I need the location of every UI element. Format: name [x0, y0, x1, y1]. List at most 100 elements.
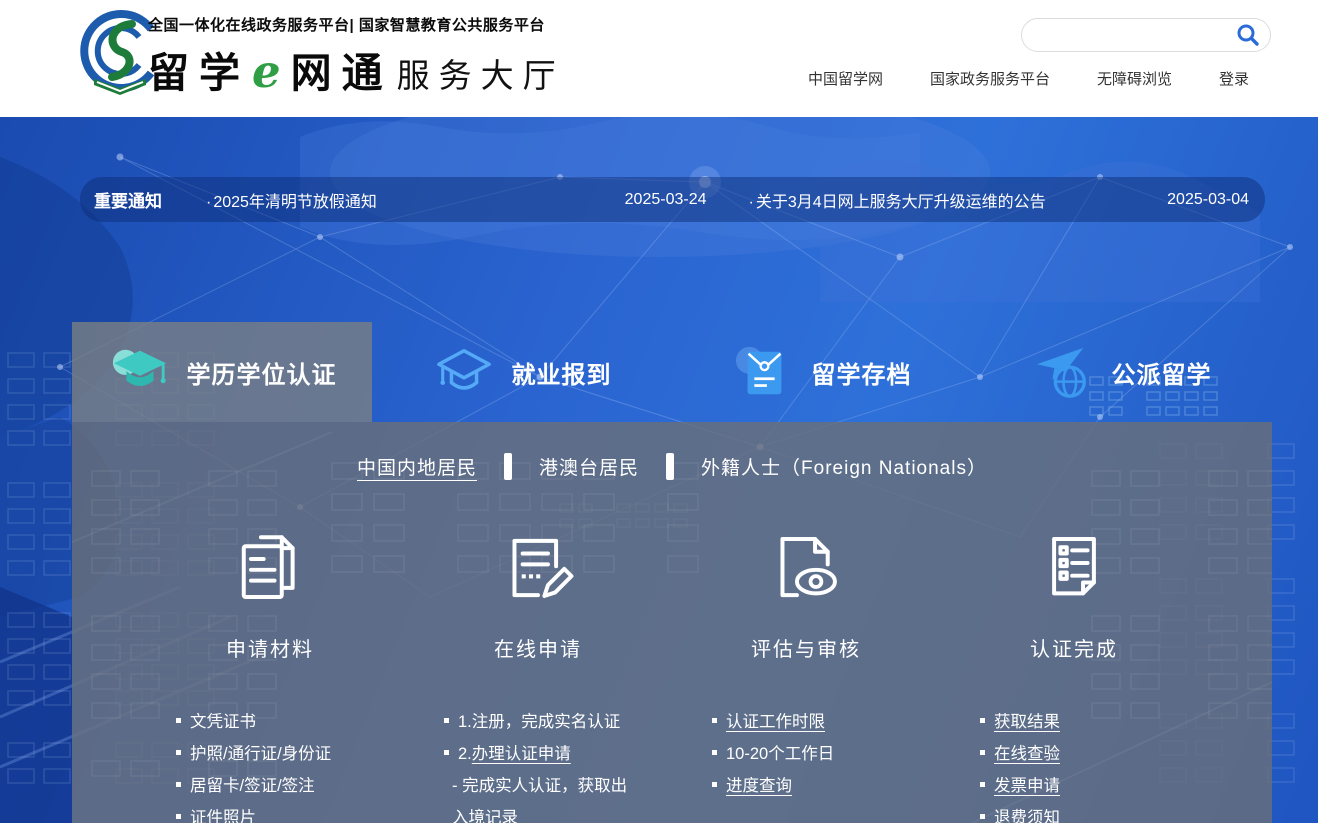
nav-link-login[interactable]: 登录	[1219, 68, 1249, 89]
title-part-wangtong: 网通	[290, 49, 393, 97]
get-result-link[interactable]: 获取结果	[994, 713, 1060, 731]
title-part-liuxue: 留学	[148, 49, 250, 97]
list-item-text: 10-20个工作日	[726, 745, 835, 763]
invoice-request-link[interactable]: 发票申请	[994, 777, 1060, 795]
apply-verification-link[interactable]: 办理认证申请	[472, 745, 571, 763]
bullet-square	[444, 750, 449, 755]
graduation-cap-filled-icon	[112, 349, 166, 387]
list-item: 退费须知	[980, 802, 1208, 823]
document-review-icon	[780, 537, 837, 598]
notice-text: 2025年清明节放假通知	[213, 193, 377, 211]
notice-link-qingming[interactable]: · 2025年清明节放假通知	[206, 188, 377, 212]
processing-time-link[interactable]: 认证工作时限	[726, 713, 825, 731]
progress-query-link[interactable]: 进度查询	[726, 777, 792, 795]
bullet-square	[712, 718, 717, 723]
notice-bullet: ·	[748, 193, 754, 211]
form-edit-icon	[512, 538, 574, 599]
list-item: 进度查询	[712, 770, 940, 802]
list-item-prefix: 2.	[458, 745, 472, 763]
list-item: 认证工作时限	[712, 706, 940, 738]
site-title: 留学 e 网通 服务大厅	[148, 39, 565, 99]
list-item-continuation: - 完成实人认证，获取出入境记录	[452, 777, 628, 823]
step-icon-wrap	[136, 526, 404, 610]
tab-government-sponsored[interactable]: 公派留学	[972, 322, 1272, 422]
tab-label: 就业报到	[511, 361, 612, 389]
step-assessment-review: 评估与审核 认证工作时限 10-20个工作日 进度查询	[672, 526, 940, 823]
step-list: 认证工作时限 10-20个工作日 进度查询	[672, 706, 940, 802]
notice-bullet: ·	[206, 193, 212, 211]
bullet-square	[980, 782, 985, 787]
service-tab-bar: 学历学位认证 就业报到 留学存档 公派留学	[72, 322, 1272, 422]
tab-label: 学历学位认证	[186, 361, 337, 389]
step-title: 在线申请	[494, 639, 582, 661]
step-list: 1.注册，完成实名认证 2.办理认证申请 - 完成实人认证，获取出入境记录	[404, 706, 672, 823]
tab-label: 留学存档	[811, 361, 912, 389]
subtab-hk-macao-taiwan[interactable]: 港澳台居民	[539, 453, 639, 480]
notice-date: 2025-03-24	[624, 190, 707, 208]
list-item: 在线查验	[980, 738, 1208, 770]
subtab-separator	[504, 453, 513, 480]
step-application-materials: 申请材料 文凭证书 护照/通行证/身份证 居留卡/签证/签注 证件照片	[136, 526, 404, 823]
tab-study-abroad-archive[interactable]: 留学存档	[672, 322, 972, 422]
list-item: 护照/通行证/身份证	[176, 738, 404, 770]
subtab-foreign-nationals[interactable]: 外籍人士（Foreign Nationals）	[701, 453, 987, 480]
notice-bar: 重要通知 · 2025年清明节放假通知 2025-03-24 · 关于3月4日网上服…	[80, 177, 1265, 222]
notice-link-maintenance[interactable]: · 关于3月4日网上服务大厅升级运维的公告	[749, 188, 1046, 212]
tab-degree-verification[interactable]: 学历学位认证	[72, 322, 372, 422]
list-item-text: 居留卡/签证/签注	[190, 777, 315, 795]
nav-link-gov-service-platform[interactable]: 国家政务服务平台	[930, 68, 1050, 89]
checklist-icon	[1052, 537, 1096, 596]
list-item: 居留卡/签证/签注	[176, 770, 404, 802]
tab-label: 公派留学	[1111, 361, 1212, 389]
bullet-square	[712, 750, 717, 755]
bullet-square	[176, 782, 181, 787]
title-part-e: e	[252, 45, 281, 98]
search-icon[interactable]	[1236, 23, 1260, 47]
step-online-application: 在线申请 1.注册，完成实名认证 2.办理认证申请 - 完成实人认证，获取出入境…	[404, 526, 672, 823]
list-item-text: 证件照片	[190, 809, 256, 823]
search-box	[1021, 18, 1271, 52]
list-item: 10-20个工作日	[712, 738, 940, 770]
bullet-square	[176, 750, 181, 755]
step-title: 申请材料	[226, 639, 314, 661]
notice-group-2: · 关于3月4日网上服务大厅升级运维的公告 2025-03-04	[749, 188, 1250, 212]
content-panel: 中国内地居民 港澳台居民 外籍人士（Foreign Nationals） 申请材…	[72, 422, 1272, 823]
list-item: 2.办理认证申请	[444, 738, 672, 770]
header: 全国一体化在线政务服务平台| 国家智慧教育公共服务平台 留学 e 网通 服务大厅 中国…	[0, 0, 1318, 117]
bullet-square	[980, 750, 985, 755]
notice-label: 重要通知	[94, 192, 162, 211]
resident-subtab-bar: 中国内地居民 港澳台居民 外籍人士（Foreign Nationals）	[72, 453, 1272, 480]
documents-icon	[241, 535, 295, 599]
refund-notice-link[interactable]: 退费须知	[994, 809, 1060, 823]
top-nav: 中国留学网 国家政务服务平台 无障碍浏览 登录	[808, 68, 1249, 89]
graduation-cap-outline-icon	[436, 348, 491, 390]
list-item: 获取结果	[980, 706, 1208, 738]
title-part-service-hall: 服务大厅	[396, 57, 565, 94]
archive-document-icon	[735, 346, 781, 395]
hero-banner: 重要通知 · 2025年清明节放假通知 2025-03-24 · 关于3月4日网上服…	[0, 117, 1318, 823]
list-item: 发票申请	[980, 770, 1208, 802]
list-item: 文凭证书	[176, 706, 404, 738]
step-icon-wrap	[940, 526, 1208, 610]
step-title: 认证完成	[1030, 639, 1118, 661]
tab-employment-registration[interactable]: 就业报到	[372, 322, 672, 422]
subtab-separator	[666, 453, 675, 480]
nav-link-china-study-abroad[interactable]: 中国留学网	[808, 68, 883, 89]
search-input[interactable]	[1022, 20, 1236, 50]
list-item-text: 1.注册，完成实名认证	[458, 713, 621, 731]
step-icon-wrap	[404, 526, 672, 610]
online-check-link[interactable]: 在线查验	[994, 745, 1060, 763]
bullet-square	[444, 718, 449, 723]
nav-link-accessibility[interactable]: 无障碍浏览	[1097, 68, 1172, 89]
subtab-mainland-residents[interactable]: 中国内地居民	[357, 453, 477, 480]
bullet-square	[712, 782, 717, 787]
bullet-square	[980, 814, 985, 819]
list-item-text: 文凭证书	[190, 713, 256, 731]
process-steps-row: 申请材料 文凭证书 护照/通行证/身份证 居留卡/签证/签注 证件照片 在线申请…	[72, 526, 1272, 823]
list-item-text: 护照/通行证/身份证	[190, 745, 332, 763]
notice-group-1: · 2025年清明节放假通知 2025-03-24	[206, 188, 749, 212]
step-verification-complete: 认证完成 获取结果 在线查验 发票申请 退费须知	[940, 526, 1208, 823]
step-title: 评估与审核	[751, 639, 861, 661]
bullet-square	[980, 718, 985, 723]
notice-text: 关于3月4日网上服务大厅升级运维的公告	[755, 193, 1046, 211]
